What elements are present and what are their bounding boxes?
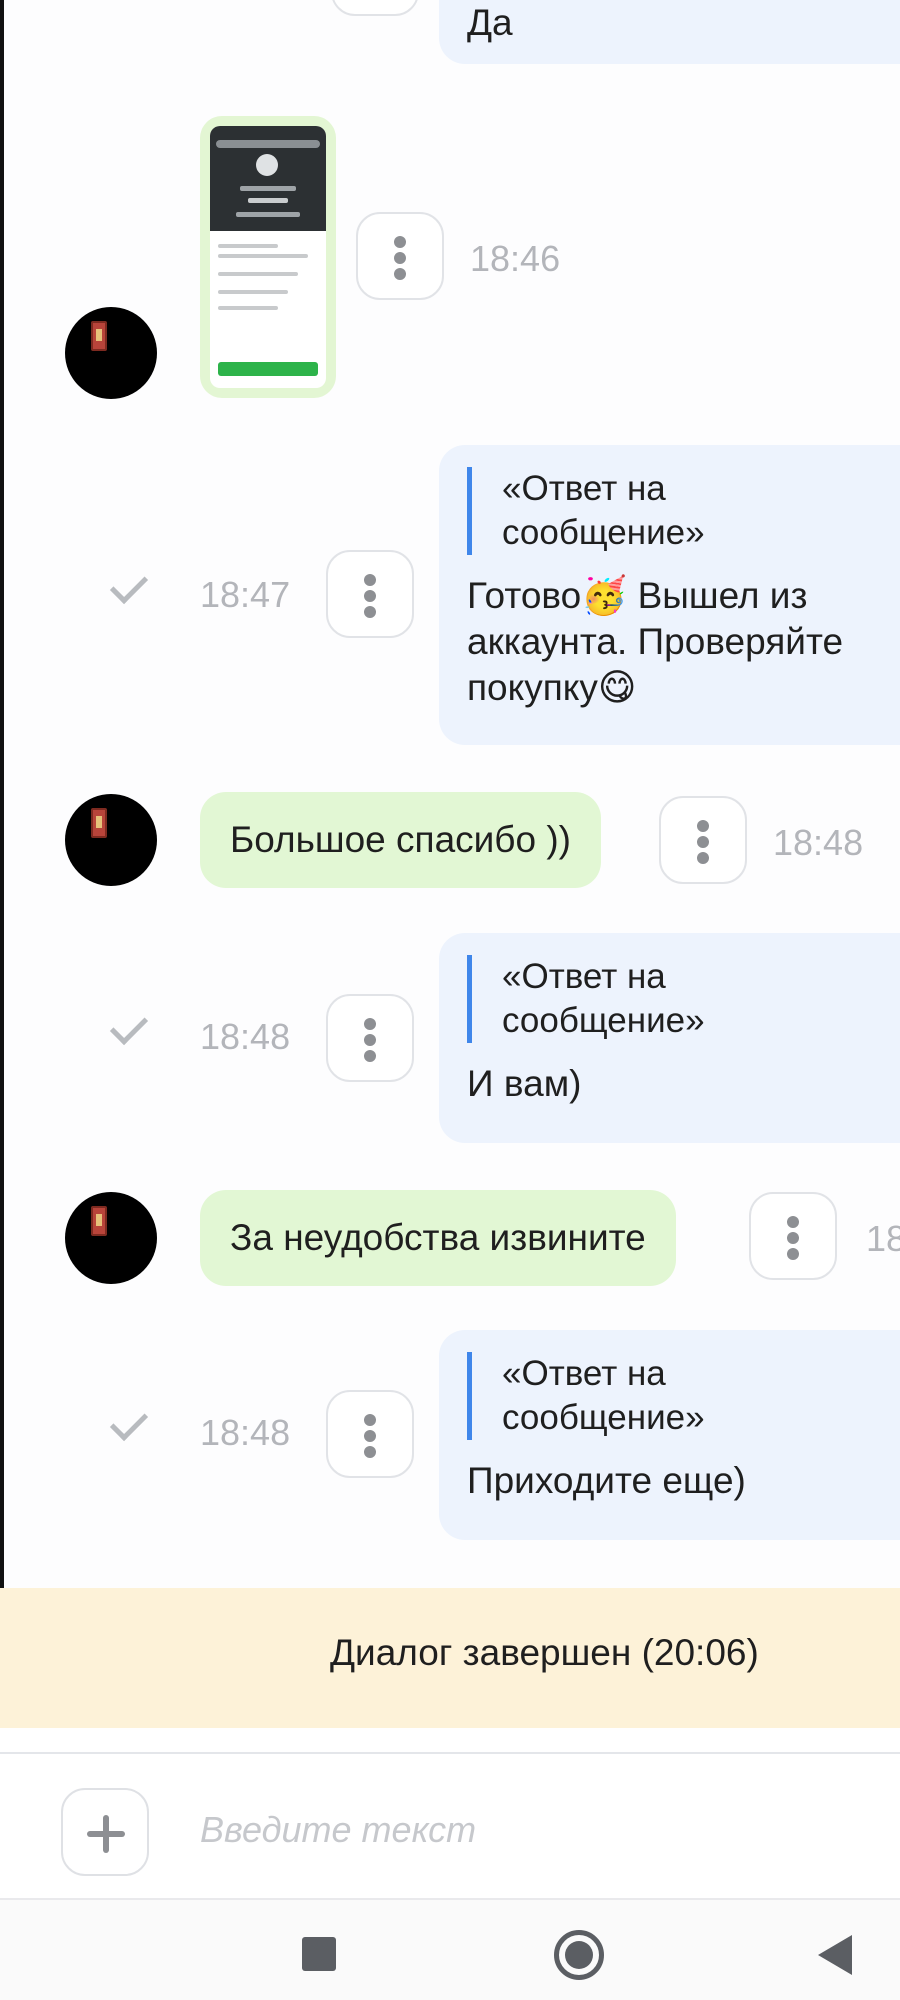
contact-avatar[interactable] <box>65 1192 157 1284</box>
sent-check-icon <box>109 1006 149 1046</box>
sent-check-icon <box>109 1402 149 1442</box>
message-time: 18:48 <box>200 1016 291 1057</box>
image-attachment[interactable] <box>200 116 336 398</box>
message-outgoing-reply[interactable]: «Ответ на сообщение» Готово🥳 Вышел из ак… <box>439 445 900 745</box>
avatar-image <box>91 808 107 838</box>
screenshot-thumbnail <box>210 126 326 388</box>
message-menu-button[interactable] <box>331 0 419 16</box>
message-outgoing[interactable]: Да <box>439 0 900 64</box>
avatar-image <box>91 1206 107 1236</box>
contact-avatar[interactable] <box>65 307 157 399</box>
message-text: Готово🥳 Вышел из аккаунта. Проверяйте по… <box>467 575 844 708</box>
yum-face-emoji: 😋 <box>597 667 637 708</box>
message-menu-button[interactable] <box>326 550 414 638</box>
chat-message-list[interactable]: Да 18:46 «Ответ на сообщение» Готово🥳 Вы… <box>4 0 900 1725</box>
message-outgoing-reply[interactable]: «Ответ на сообщение» Приходите еще) <box>439 1330 900 1540</box>
message-outgoing-reply[interactable]: «Ответ на сообщение» И вам) <box>439 933 900 1143</box>
message-menu-button[interactable] <box>326 994 414 1082</box>
message-composer <box>0 1752 900 1898</box>
reply-quote: «Ответ на сообщение» <box>467 1352 717 1440</box>
avatar-image <box>91 321 107 351</box>
reply-quote: «Ответ на сообщение» <box>467 955 717 1043</box>
message-input[interactable] <box>200 1798 860 1862</box>
message-menu-button[interactable] <box>356 212 444 300</box>
message-time: 18:47 <box>200 574 291 615</box>
message-time: 18:48 <box>200 1412 291 1453</box>
message-text: Большое спасибо )) <box>230 819 572 860</box>
back-icon[interactable] <box>818 1935 852 1975</box>
message-incoming[interactable]: Большое спасибо )) <box>200 792 602 888</box>
message-text: За неудобства извините <box>230 1217 646 1258</box>
message-text: Да <box>467 2 513 43</box>
home-icon[interactable] <box>554 1930 604 1980</box>
dialog-finished-text: Диалог завершен (20:06) <box>330 1632 759 1673</box>
message-time: 18:48 <box>866 1218 900 1259</box>
message-menu-button[interactable] <box>749 1192 837 1280</box>
partying-face-emoji: 🥳 <box>581 575 628 616</box>
attach-button[interactable] <box>61 1788 149 1876</box>
system-navigation-bar <box>0 1898 900 2000</box>
message-time: 18:48 <box>773 822 864 863</box>
message-menu-button[interactable] <box>659 796 747 884</box>
message-text: И вам) <box>467 1063 582 1104</box>
message-incoming[interactable]: За неудобства извините <box>200 1190 676 1286</box>
sent-check-icon <box>109 565 149 605</box>
message-time: 18:46 <box>470 238 561 279</box>
dialog-finished-banner: Диалог завершен (20:06) <box>0 1588 900 1728</box>
reply-quote: «Ответ на сообщение» <box>467 467 717 555</box>
contact-avatar[interactable] <box>65 794 157 886</box>
message-menu-button[interactable] <box>326 1390 414 1478</box>
message-text: Приходите еще) <box>467 1460 746 1501</box>
recent-apps-icon[interactable] <box>302 1937 336 1971</box>
